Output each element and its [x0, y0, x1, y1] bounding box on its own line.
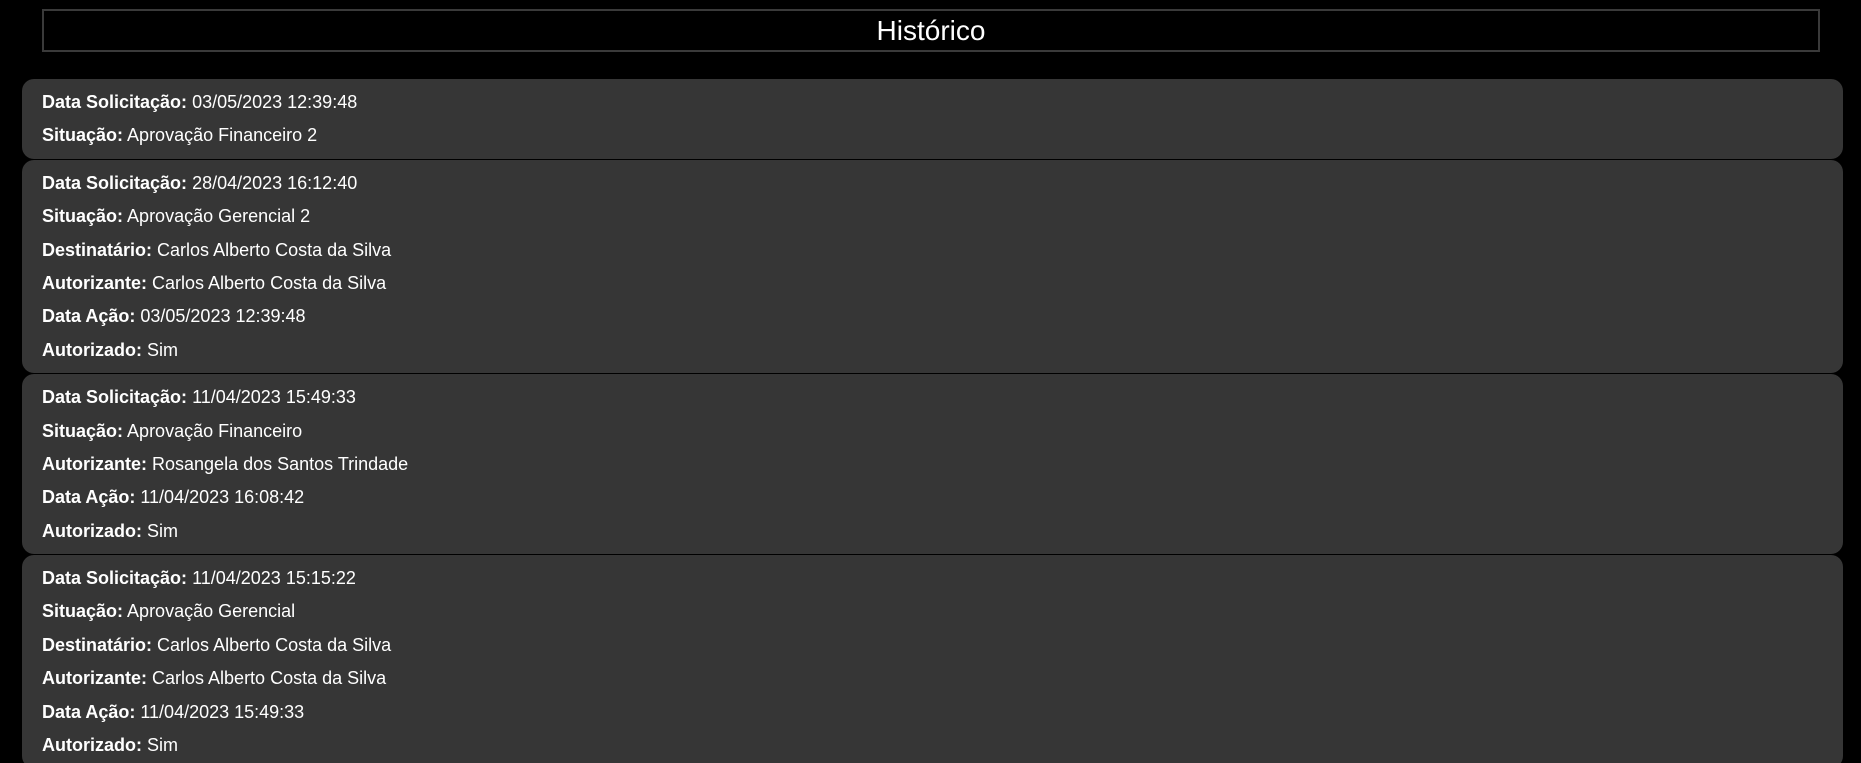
field-value: 28/04/2023 16:12:40	[192, 172, 358, 193]
page-title: Histórico	[876, 14, 986, 46]
field-value: 11/04/2023 15:49:33	[140, 701, 305, 722]
field-label: Situação:	[42, 206, 124, 227]
field-value: Rosangela dos Santos Trindade	[152, 453, 409, 474]
field-label: Destinatário:	[42, 239, 153, 260]
field-action-date: Data Ação: 11/04/2023 16:08:42	[42, 481, 1823, 514]
history-record: Data Solicitação: 28/04/2023 16:12:40 Si…	[22, 159, 1843, 374]
field-label: Data Solicitação:	[42, 172, 188, 193]
history-record: Data Solicitação: 11/04/2023 15:15:22 Si…	[22, 555, 1843, 763]
field-label: Destinatário:	[42, 634, 153, 655]
field-value: 11/04/2023 15:15:22	[192, 568, 356, 589]
field-label: Situação:	[42, 125, 124, 146]
field-action-date: Data Ação: 11/04/2023 15:49:33	[42, 696, 1823, 729]
field-value: Aprovação Gerencial 2	[127, 206, 311, 227]
field-value: Sim	[147, 520, 178, 541]
field-authorized: Autorizado: Sim	[42, 729, 1823, 762]
field-recipient: Destinatário: Carlos Alberto Costa da Si…	[42, 234, 1823, 267]
field-label: Autorizado:	[42, 735, 142, 756]
field-label: Autorizante:	[42, 272, 147, 293]
field-value: Carlos Alberto Costa da Silva	[152, 668, 387, 689]
history-header: Histórico	[42, 9, 1820, 52]
field-status: Situação: Aprovação Gerencial	[42, 595, 1823, 628]
field-label: Data Solicitação:	[42, 92, 188, 112]
field-value: 03/05/2023 12:39:48	[192, 92, 358, 112]
history-record: Data Solicitação: 03/05/2023 12:39:48 Si…	[22, 79, 1843, 159]
field-request-date: Data Solicitação: 11/04/2023 15:49:33	[42, 381, 1823, 414]
field-label: Data Ação:	[42, 487, 136, 508]
field-action-date: Data Ação: 03/05/2023 12:39:48	[42, 300, 1823, 333]
field-label: Data Solicitação:	[42, 387, 188, 408]
field-status: Situação: Aprovação Gerencial 2	[42, 200, 1823, 233]
field-value: Carlos Alberto Costa da Silva	[152, 272, 387, 293]
field-value: 03/05/2023 12:39:48	[140, 306, 306, 327]
history-page: Histórico Data Solicitação: 03/05/2023 1…	[0, 0, 1861, 763]
field-value: Aprovação Gerencial	[127, 601, 296, 622]
field-authorizer: Autorizante: Carlos Alberto Costa da Sil…	[42, 267, 1823, 300]
history-record: Data Solicitação: 11/04/2023 15:49:33 Si…	[22, 374, 1843, 555]
field-status: Situação: Aprovação Financeiro 2	[42, 119, 1823, 152]
field-authorized: Autorizado: Sim	[42, 334, 1823, 367]
field-value: Carlos Alberto Costa da Silva	[157, 634, 392, 655]
field-recipient: Destinatário: Carlos Alberto Costa da Si…	[42, 629, 1823, 662]
field-request-date: Data Solicitação: 03/05/2023 12:39:48	[42, 86, 1823, 119]
field-value: Sim	[147, 339, 178, 360]
field-label: Autorizado:	[42, 339, 142, 360]
field-value: 11/04/2023 15:49:33	[192, 387, 356, 408]
field-value: Sim	[147, 735, 178, 756]
field-label: Data Solicitação:	[42, 568, 188, 589]
field-value: Carlos Alberto Costa da Silva	[157, 239, 392, 260]
field-label: Situação:	[42, 420, 124, 441]
history-list: Data Solicitação: 03/05/2023 12:39:48 Si…	[22, 79, 1843, 763]
field-label: Autorizante:	[42, 453, 147, 474]
field-label: Autorizante:	[42, 668, 147, 689]
field-status: Situação: Aprovação Financeiro	[42, 415, 1823, 448]
field-value: Aprovação Financeiro	[127, 420, 303, 441]
field-value: 11/04/2023 16:08:42	[140, 487, 305, 508]
field-authorizer: Autorizante: Carlos Alberto Costa da Sil…	[42, 662, 1823, 695]
field-authorized: Autorizado: Sim	[42, 515, 1823, 548]
field-request-date: Data Solicitação: 28/04/2023 16:12:40	[42, 167, 1823, 200]
field-label: Data Ação:	[42, 701, 136, 722]
field-label: Situação:	[42, 601, 124, 622]
field-request-date: Data Solicitação: 11/04/2023 15:15:22	[42, 562, 1823, 595]
field-authorizer: Autorizante: Rosangela dos Santos Trinda…	[42, 448, 1823, 481]
field-label: Autorizado:	[42, 520, 142, 541]
field-value: Aprovação Financeiro 2	[127, 125, 318, 146]
field-label: Data Ação:	[42, 306, 136, 327]
